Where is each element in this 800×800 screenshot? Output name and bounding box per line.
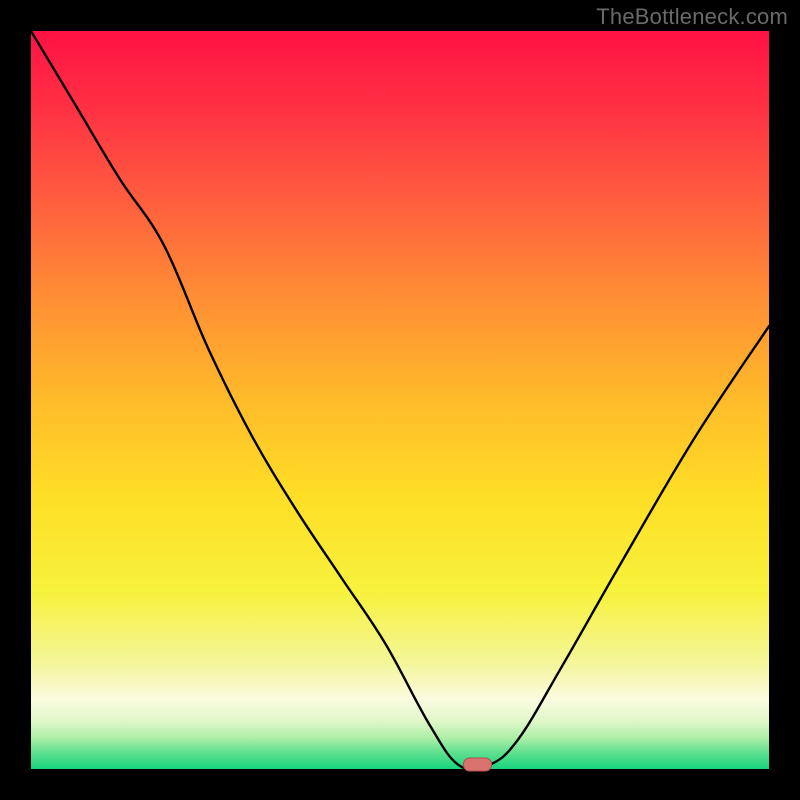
- plot-background: [31, 31, 769, 769]
- optimum-marker: [464, 758, 492, 771]
- watermark-text: TheBottleneck.com: [596, 4, 788, 30]
- bottleneck-chart: [0, 0, 800, 800]
- chart-container: TheBottleneck.com: [0, 0, 800, 800]
